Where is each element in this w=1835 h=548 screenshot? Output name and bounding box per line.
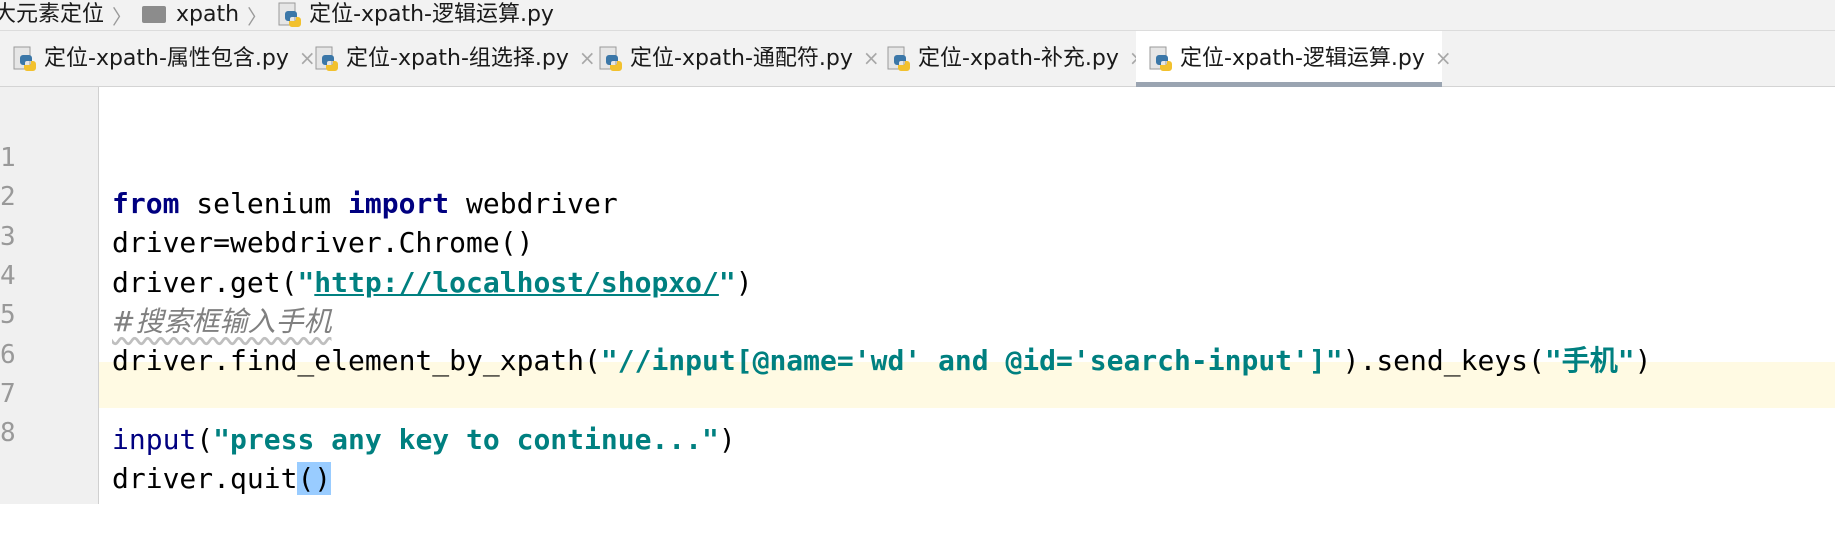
breadcrumb: 大元素定位 〉 xpath 〉 定位-xpath-逻辑运算.py <box>0 0 1835 31</box>
tab-xpath-logic-ops[interactable]: 定位-xpath-逻辑运算.py × <box>1136 31 1452 87</box>
breadcrumb-separator: 〉 <box>247 4 268 29</box>
tab-label: 定位-xpath-属性包含.py <box>44 46 289 71</box>
line-number: 8 <box>0 418 16 449</box>
code-text: driver.quit() <box>112 456 332 502</box>
python-file-icon <box>887 46 910 71</box>
tab-label: 定位-xpath-通配符.py <box>630 46 853 71</box>
tab-xpath-attr-contains[interactable]: 定位-xpath-属性包含.py × <box>0 31 316 86</box>
breadcrumb-item-folder[interactable]: xpath <box>142 0 239 30</box>
tab-label: 定位-xpath-逻辑运算.py <box>1180 46 1425 71</box>
tab-xpath-group-select[interactable]: 定位-xpath-组选择.py × <box>302 31 596 86</box>
python-file-icon <box>278 2 302 27</box>
string-literal: "press any key to continue..." <box>213 422 719 456</box>
breadcrumb-item-package[interactable]: 大元素定位 <box>0 0 104 30</box>
code-token: ( <box>196 422 214 456</box>
ide-window: 大元素定位 〉 xpath 〉 定位-xpath-逻辑运算.py 定位-xpat… <box>0 0 1835 504</box>
tab-xpath-wildcard[interactable]: 定位-xpath-通配符.py × <box>586 31 880 86</box>
code-line-current[interactable]: 8 driver.quit() <box>0 364 1835 496</box>
tab-xpath-supplement[interactable]: 定位-xpath-补充.py × <box>874 31 1146 86</box>
editor-tab-bar: 定位-xpath-属性包含.py × 定位-xpath-组选择.py × 定位-… <box>0 31 1835 87</box>
matched-brace-highlight: () <box>297 462 332 496</box>
python-file-icon <box>315 46 338 71</box>
builtin-function: input <box>112 422 197 456</box>
breadcrumb-separator: 〉 <box>112 4 133 29</box>
close-icon[interactable]: × <box>1435 31 1452 86</box>
python-file-icon <box>1149 46 1172 71</box>
code-editor[interactable]: 1 from selenium import webdriver 2 drive… <box>0 87 1835 504</box>
breadcrumb-item-file[interactable]: 定位-xpath-逻辑运算.py <box>277 0 554 30</box>
tab-label: 定位-xpath-组选择.py <box>346 46 569 71</box>
tab-label: 定位-xpath-补充.py <box>918 46 1119 71</box>
breadcrumb-label: xpath <box>176 2 240 27</box>
breadcrumb-label: 大元素定位 <box>0 2 105 27</box>
code-token: driver.quit <box>112 462 298 496</box>
folder-icon <box>142 5 167 23</box>
code-token: ) <box>718 422 736 456</box>
python-file-icon <box>13 46 36 71</box>
python-file-icon <box>599 46 622 71</box>
breadcrumb-label: 定位-xpath-逻辑运算.py <box>309 2 554 27</box>
